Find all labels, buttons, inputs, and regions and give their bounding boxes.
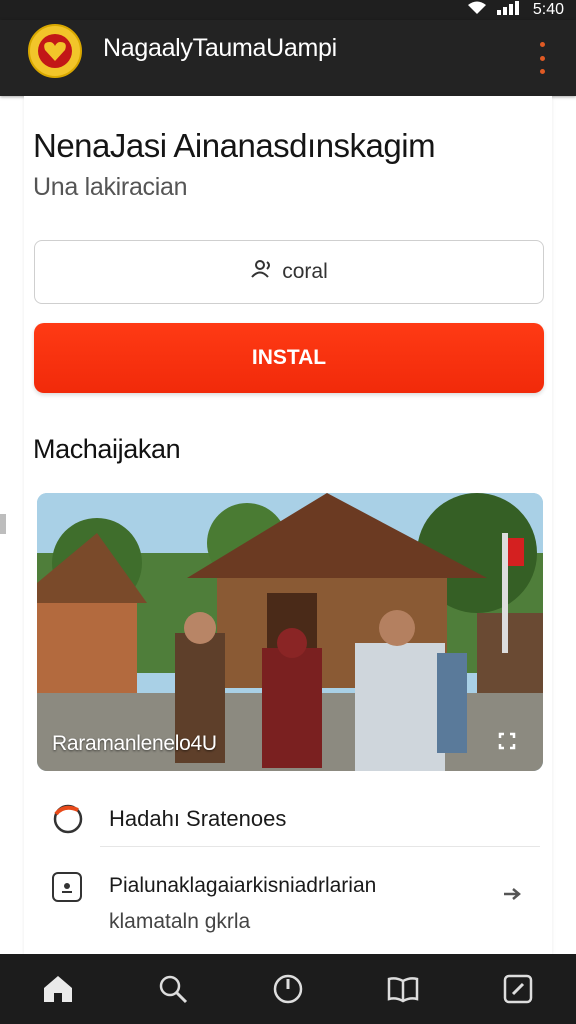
- list-item[interactable]: Pialunaklagaiarkisniadrlarian klamataln …: [24, 860, 552, 950]
- app-bar: NagaalyTaumaUampi: [0, 20, 576, 96]
- book-icon[interactable]: [383, 969, 423, 1009]
- community-scene-image: [37, 493, 543, 771]
- edit-icon[interactable]: [498, 969, 538, 1009]
- secondary-button[interactable]: coral: [34, 240, 544, 304]
- app-logo: [28, 24, 82, 78]
- divider: [100, 846, 540, 847]
- power-icon[interactable]: [268, 969, 308, 1009]
- arrow-right-icon: [502, 882, 522, 908]
- edge-indicator: [0, 514, 6, 534]
- featured-photo[interactable]: [37, 493, 543, 771]
- signal-icon: [495, 0, 525, 20]
- secondary-button-label: coral: [282, 260, 328, 283]
- install-button[interactable]: INSTAL: [34, 323, 544, 393]
- list-item-label: Pialunaklagaiarkisniadrlarian: [109, 874, 377, 897]
- list-item[interactable]: Hadahı Sratenoes: [24, 794, 552, 846]
- list-item-sublabel: klamataln gkrla: [109, 910, 251, 933]
- wifi-icon: [467, 1, 487, 20]
- search-icon[interactable]: [153, 969, 193, 1009]
- refresh-circle-icon: [52, 802, 84, 834]
- expand-icon[interactable]: [496, 730, 518, 752]
- section-title: Machaijakan: [33, 434, 181, 464]
- page-subtitle: Una lakiracian: [33, 173, 188, 201]
- status-bar: 5:40: [0, 0, 576, 20]
- install-button-label: INSTAL: [251, 346, 327, 369]
- status-time: 5:40: [532, 1, 564, 18]
- app-title: NagaalyTaumaUampi: [103, 34, 337, 62]
- list-item-label: Hadahı Sratenoes: [109, 806, 287, 831]
- bottom-navigation: [0, 954, 576, 1024]
- overflow-menu-icon[interactable]: [536, 42, 548, 74]
- home-icon[interactable]: [38, 969, 78, 1009]
- page-title: NenaJasi Ainanasdınskagim: [33, 127, 436, 164]
- document-icon: [52, 872, 82, 902]
- people-icon: [250, 259, 274, 285]
- photo-caption: Raramanlenelo4U: [52, 732, 217, 755]
